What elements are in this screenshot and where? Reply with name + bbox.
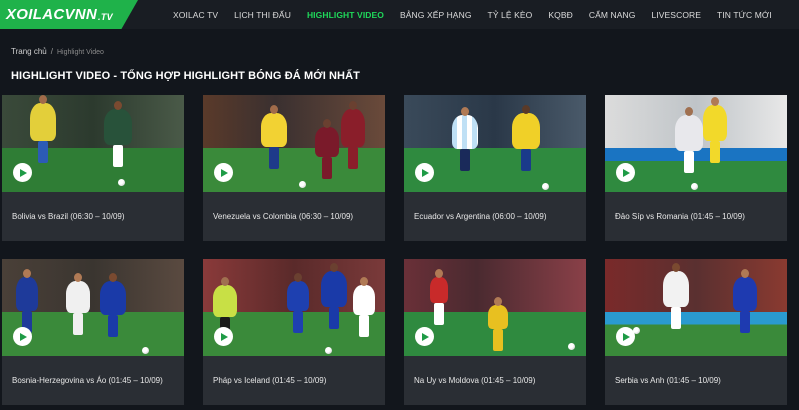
video-card[interactable]: Bolivia vs Brazil (06:30 – 10/09)	[2, 95, 184, 241]
main-nav: XOILAC TV LỊCH THI ĐẤU HIGHLIGHT VIDEO B…	[173, 0, 788, 29]
video-thumbnail[interactable]	[404, 259, 586, 356]
logo-suffix: .TV	[98, 11, 113, 22]
nav-item-livescore[interactable]: LIVESCORE	[651, 10, 701, 20]
site-logo[interactable]: XOILACVNN .TV	[0, 0, 138, 29]
video-title[interactable]: Pháp vs Iceland (01:45 – 10/09)	[213, 376, 326, 385]
video-thumbnail[interactable]	[2, 95, 184, 192]
site-header: XOILACVNN .TV XOILAC TV LỊCH THI ĐẤU HIG…	[0, 0, 799, 29]
play-icon[interactable]	[214, 327, 233, 346]
video-thumbnail[interactable]	[605, 259, 787, 356]
video-grid: Bolivia vs Brazil (06:30 – 10/09) Venezu…	[2, 95, 787, 405]
video-title[interactable]: Serbia vs Anh (01:45 – 10/09)	[615, 376, 721, 385]
video-card[interactable]: Ecuador vs Argentina (06:00 – 10/09)	[404, 95, 586, 241]
video-thumbnail[interactable]	[404, 95, 586, 192]
nav-item-cam-nang[interactable]: CẨM NANG	[589, 10, 636, 20]
video-thumbnail[interactable]	[203, 259, 385, 356]
nav-item-ty-le-keo[interactable]: TỶ LỆ KÈO	[488, 10, 533, 20]
page-title: HIGHLIGHT VIDEO - TỔNG HỢP HIGHLIGHT BÓN…	[11, 70, 360, 82]
video-thumbnail[interactable]	[2, 259, 184, 356]
video-title[interactable]: Na Uy vs Moldova (01:45 – 10/09)	[414, 376, 535, 385]
video-title[interactable]: Bolivia vs Brazil (06:30 – 10/09)	[12, 212, 125, 221]
nav-item-xoilac-tv[interactable]: XOILAC TV	[173, 10, 218, 20]
video-card[interactable]: Serbia vs Anh (01:45 – 10/09)	[605, 259, 787, 405]
video-card[interactable]: Venezuela vs Colombia (06:30 – 10/09)	[203, 95, 385, 241]
play-icon[interactable]	[13, 327, 32, 346]
video-title[interactable]: Ecuador vs Argentina (06:00 – 10/09)	[414, 212, 547, 221]
video-card[interactable]: Bosnia-Herzegovina vs Áo (01:45 – 10/09)	[2, 259, 184, 405]
play-icon[interactable]	[415, 327, 434, 346]
video-title[interactable]: Venezuela vs Colombia (06:30 – 10/09)	[213, 212, 353, 221]
play-icon[interactable]	[13, 163, 32, 182]
breadcrumb-separator: /	[50, 47, 53, 56]
nav-item-tin-tuc-moi[interactable]: TIN TỨC MỚI	[717, 10, 772, 20]
video-card[interactable]: Đảo Síp vs Romania (01:45 – 10/09)	[605, 95, 787, 241]
nav-item-kqbd[interactable]: KQBĐ	[548, 10, 573, 20]
video-thumbnail[interactable]	[203, 95, 385, 192]
video-title[interactable]: Đảo Síp vs Romania (01:45 – 10/09)	[615, 212, 745, 221]
play-icon[interactable]	[616, 163, 635, 182]
play-icon[interactable]	[415, 163, 434, 182]
play-icon[interactable]	[214, 163, 233, 182]
breadcrumb-current: Highlight Video	[56, 49, 104, 56]
breadcrumb: Trang chủ / Highlight Video	[11, 47, 104, 56]
nav-item-bang-xep-hang[interactable]: BẢNG XẾP HẠNG	[400, 10, 472, 20]
video-title[interactable]: Bosnia-Herzegovina vs Áo (01:45 – 10/09)	[12, 376, 163, 385]
video-card[interactable]: Pháp vs Iceland (01:45 – 10/09)	[203, 259, 385, 405]
video-thumbnail[interactable]	[605, 95, 787, 192]
nav-item-lich-thi-dau[interactable]: LỊCH THI ĐẤU	[234, 10, 291, 20]
nav-item-highlight-video[interactable]: HIGHLIGHT VIDEO	[307, 10, 384, 20]
play-icon[interactable]	[616, 327, 635, 346]
logo-text: XOILACVNN	[6, 6, 98, 23]
breadcrumb-home[interactable]: Trang chủ	[11, 47, 47, 56]
video-card[interactable]: Na Uy vs Moldova (01:45 – 10/09)	[404, 259, 586, 405]
